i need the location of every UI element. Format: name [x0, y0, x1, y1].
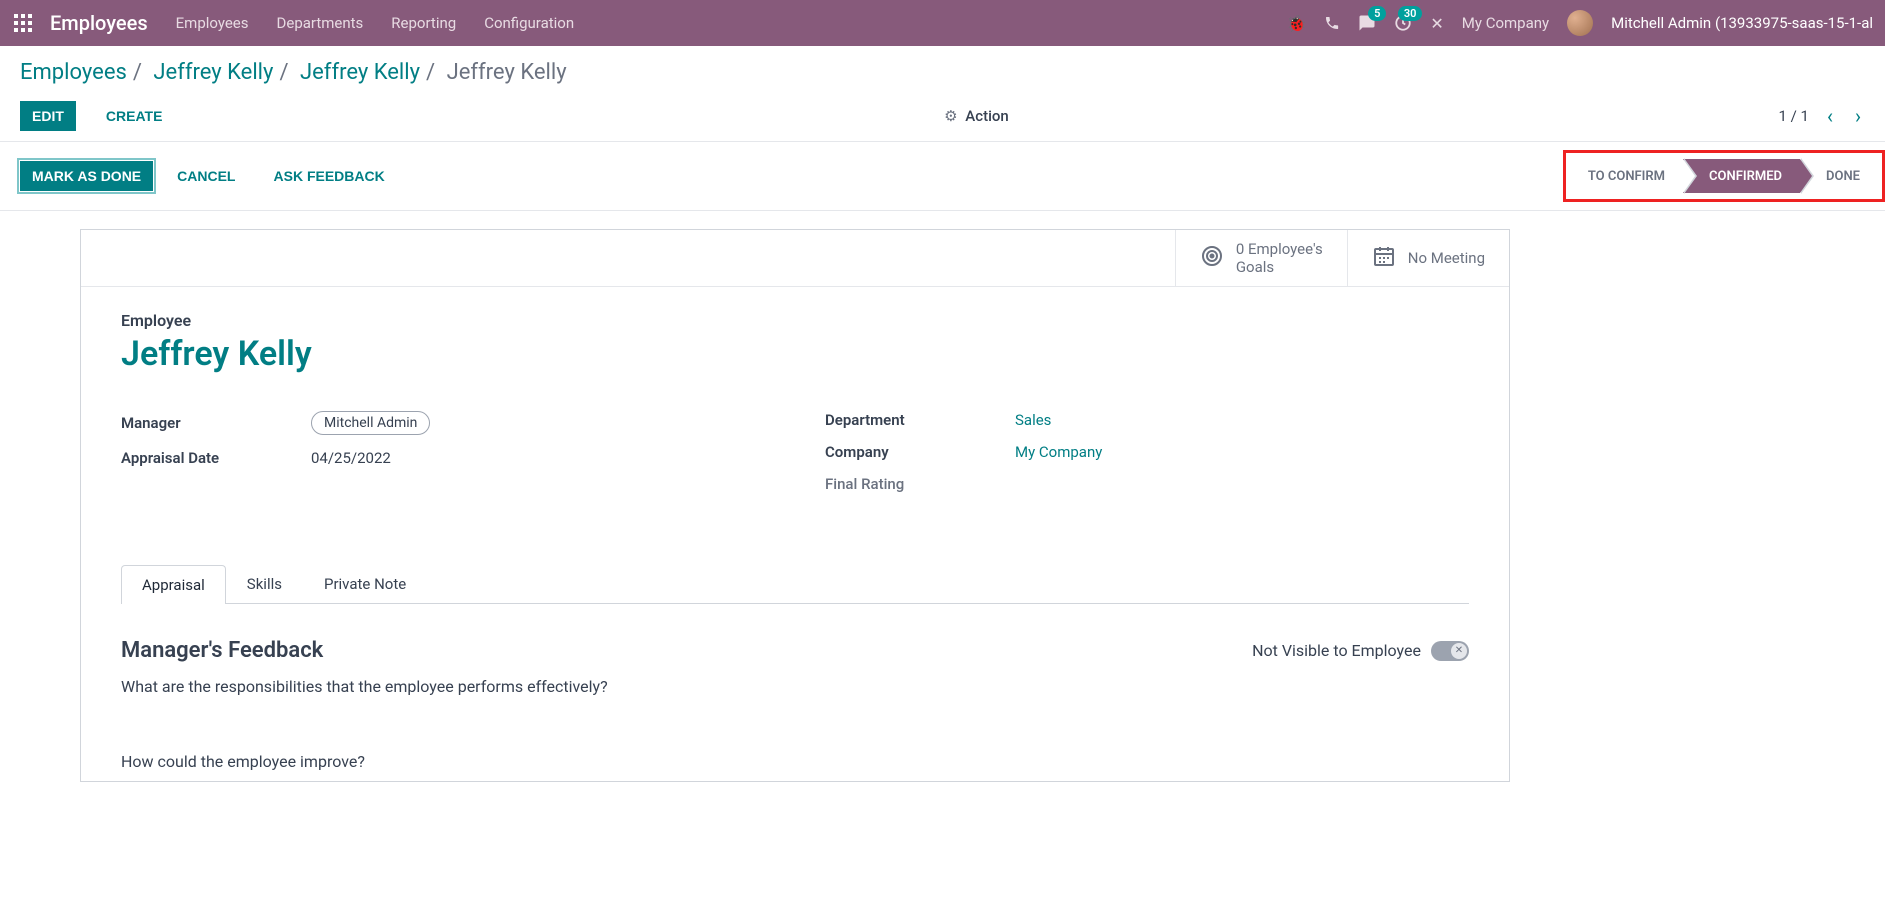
visibility-toggle[interactable]: ✕ — [1431, 641, 1469, 661]
top-navbar: Employees Employees Departments Reportin… — [0, 0, 1885, 46]
chat-badge: 5 — [1368, 6, 1386, 21]
tab-appraisal[interactable]: Appraisal — [121, 565, 226, 604]
breadcrumb: Employees/ Jeffrey Kelly/ Jeffrey Kelly/… — [20, 60, 1865, 85]
apps-icon[interactable] — [12, 12, 34, 34]
clock-icon[interactable]: 30 — [1394, 14, 1412, 32]
edit-button[interactable]: EDIT — [20, 101, 76, 131]
menu-employees[interactable]: Employees — [176, 14, 249, 32]
final-rating-label: Final Rating — [825, 475, 1015, 493]
tab-skills[interactable]: Skills — [226, 564, 303, 603]
chat-icon[interactable]: 5 — [1358, 14, 1376, 32]
ask-feedback-button[interactable]: ASK FEEDBACK — [260, 161, 399, 191]
pager-count: 1 / 1 — [1778, 107, 1809, 125]
tabs: Appraisal Skills Private Note — [121, 564, 1469, 604]
phone-icon[interactable] — [1324, 15, 1340, 31]
main-menu: Employees Departments Reporting Configur… — [176, 14, 574, 32]
visibility-label: Not Visible to Employee — [1252, 641, 1421, 660]
navbar-right: 🐞 5 30 ✕ My Company Mitchell Admin (1393… — [1286, 10, 1873, 36]
department-label: Department — [825, 411, 1015, 429]
clock-badge: 30 — [1398, 6, 1423, 21]
bug-icon[interactable]: 🐞 — [1286, 14, 1306, 33]
goals-stat-button[interactable]: 0 Employee's Goals — [1175, 230, 1347, 286]
meeting-stat-button[interactable]: No Meeting — [1347, 230, 1509, 286]
breadcrumb-item[interactable]: Employees — [20, 60, 127, 85]
breadcrumb-item[interactable]: Jeffrey Kelly — [300, 60, 420, 85]
menu-reporting[interactable]: Reporting — [391, 14, 456, 32]
breadcrumb-item[interactable]: Jeffrey Kelly — [153, 60, 273, 85]
gear-icon: ⚙ — [944, 107, 957, 125]
avatar[interactable] — [1567, 10, 1593, 36]
close-icon: ✕ — [1451, 643, 1467, 659]
manager-label: Manager — [121, 414, 311, 432]
tab-private-note[interactable]: Private Note — [303, 564, 427, 603]
breadcrumb-current: Jeffrey Kelly — [447, 60, 567, 85]
target-icon — [1200, 244, 1224, 272]
appraisal-date-value: 04/25/2022 — [311, 449, 391, 467]
pager: 1 / 1 ‹ › — [1778, 104, 1865, 128]
manager-tag[interactable]: Mitchell Admin — [311, 411, 430, 435]
question-2: How could the employee improve? — [121, 752, 1469, 771]
status-step-to-confirm[interactable]: TO CONFIRM — [1570, 159, 1683, 193]
create-button[interactable]: CREATE — [94, 101, 175, 131]
company-label: Company — [825, 443, 1015, 461]
calendar-icon — [1372, 244, 1396, 272]
cross-icon[interactable]: ✕ — [1430, 14, 1443, 33]
feedback-heading: Manager's Feedback — [121, 638, 323, 663]
question-1: What are the responsibilities that the e… — [121, 677, 1469, 696]
user-menu[interactable]: Mitchell Admin (13933975-saas-15-1-al — [1611, 14, 1873, 32]
company-selector[interactable]: My Company — [1462, 14, 1549, 32]
status-bar: MARK AS DONE CANCEL ASK FEEDBACK TO CONF… — [0, 142, 1885, 211]
menu-configuration[interactable]: Configuration — [484, 14, 574, 32]
employee-name-link[interactable]: Jeffrey Kelly — [121, 334, 1469, 374]
status-step-confirmed[interactable]: CONFIRMED — [1683, 159, 1800, 193]
appraisal-date-label: Appraisal Date — [121, 449, 311, 467]
action-dropdown[interactable]: ⚙ Action — [944, 107, 1009, 125]
pager-next[interactable]: › — [1851, 104, 1865, 128]
employee-label: Employee — [121, 311, 1469, 330]
company-link[interactable]: My Company — [1015, 443, 1102, 461]
pager-prev[interactable]: ‹ — [1823, 104, 1837, 128]
app-brand: Employees — [50, 11, 148, 35]
cancel-button[interactable]: CANCEL — [163, 161, 249, 191]
department-link[interactable]: Sales — [1015, 411, 1051, 429]
status-flow: TO CONFIRM CONFIRMED DONE — [1563, 150, 1885, 202]
mark-done-button[interactable]: MARK AS DONE — [20, 161, 153, 191]
form-sheet: 0 Employee's Goals No Meeting Employee J… — [80, 229, 1510, 782]
stat-buttons: 0 Employee's Goals No Meeting — [81, 230, 1509, 287]
tab-content: Manager's Feedback Not Visible to Employ… — [81, 604, 1509, 781]
control-panel: Employees/ Jeffrey Kelly/ Jeffrey Kelly/… — [0, 46, 1885, 142]
menu-departments[interactable]: Departments — [277, 14, 364, 32]
